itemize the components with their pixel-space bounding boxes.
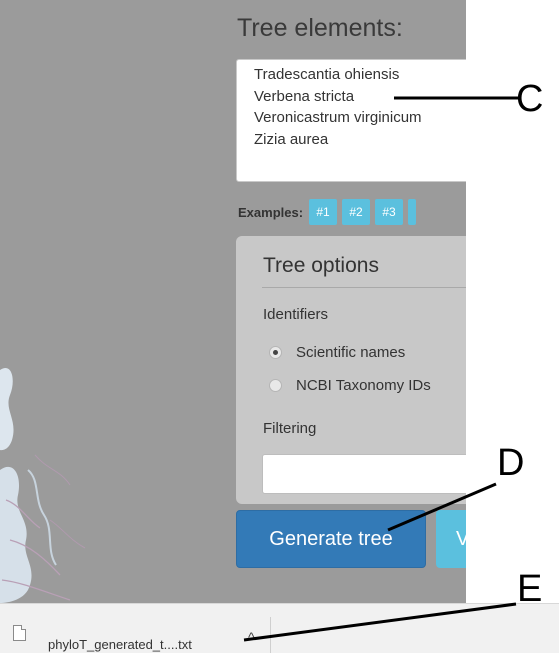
app-screen: Tree elements: Tradescantia ohiensis Ver…	[0, 0, 466, 603]
radio-button-checked[interactable]	[269, 346, 282, 359]
tree-options-title: Tree options	[263, 254, 379, 277]
generate-tree-button[interactable]: Generate tree	[236, 510, 426, 568]
filtering-input[interactable]	[262, 454, 466, 494]
radio-label: Scientific names	[296, 344, 406, 361]
radio-button[interactable]	[269, 379, 282, 392]
tree-elements-title: Tree elements:	[237, 14, 403, 42]
radio-label: NCBI Taxonomy IDs	[296, 377, 431, 394]
callout-c-label: C	[516, 78, 544, 120]
tree-options-panel: Tree options Identifiers Scientific name…	[236, 236, 466, 504]
tree-element-line: Tradescantia ohiensis	[254, 66, 400, 83]
download-bar: phyloT_generated_t....txt ^	[0, 603, 559, 653]
example-2-button[interactable]: #2	[342, 199, 371, 225]
callout-e-label: E	[517, 568, 543, 610]
chevron-up-icon[interactable]: ^	[248, 629, 255, 645]
callout-d-label: D	[497, 442, 525, 484]
file-icon[interactable]	[13, 625, 26, 641]
download-file-name[interactable]: phyloT_generated_t....txt	[48, 637, 192, 652]
map-background	[0, 368, 86, 603]
download-bar-divider	[270, 617, 271, 653]
examples-label: Examples:	[238, 204, 304, 220]
example-1-button[interactable]: #1	[309, 199, 338, 225]
secondary-action-button[interactable]: V	[436, 510, 466, 568]
options-divider	[262, 287, 466, 288]
tree-element-line: Verbena stricta	[254, 87, 355, 105]
examples-row: Examples: #1 #2 #3	[238, 198, 421, 226]
identifiers-label: Identifiers	[263, 306, 329, 323]
radio-ncbi-taxonomy-ids[interactable]: NCBI Taxonomy IDs	[269, 377, 431, 394]
tree-element-line: Zizia aurea	[254, 130, 329, 148]
radio-scientific-names[interactable]: Scientific names	[269, 344, 405, 361]
example-4-button-partial[interactable]	[408, 199, 417, 225]
tree-elements-textarea[interactable]: Tradescantia ohiensis Verbena stricta Ve…	[236, 59, 466, 182]
filtering-label: Filtering	[263, 420, 317, 437]
example-3-button[interactable]: #3	[375, 199, 404, 225]
tree-element-line: Veronicastrum virginicum	[254, 109, 422, 126]
